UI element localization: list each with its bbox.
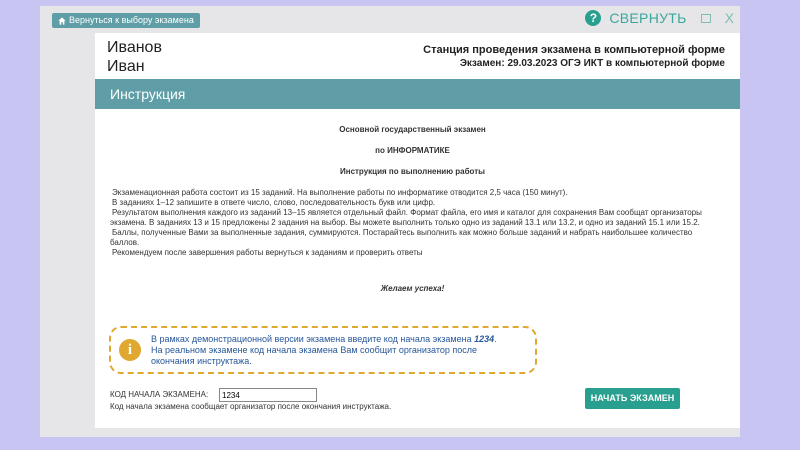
station-title: Станция проведения экзамена в компьютерн… [423,44,725,56]
back-button-label: Вернуться к выбору экзамена [69,15,194,25]
student-surname: Иванов [107,39,162,56]
instruction-paragraph: В заданиях 1–12 запишите в ответе число,… [112,198,436,207]
instruction-paragraph: Экзаменационная работа состоит из 15 зад… [112,188,568,197]
instruction-paragraph: Рекомендуем после завершения работы верн… [112,248,423,257]
close-icon[interactable]: X [725,10,734,26]
exam-code-hint: Код начала экзамена сообщает организатор… [110,402,392,411]
notice-demo-code: 1234 [474,333,495,344]
instruction-paragraph: Результатом выполнения каждого из задани… [110,208,702,227]
notice-line-2: На реальном экзамене код начала экзамена… [151,344,478,355]
notice-line-1-text: В рамках демонстрационной версии экзамен… [151,333,475,344]
demo-code-notice: i В рамках демонстрационной версии экзам… [109,326,537,374]
notice-line-3: окончания инструктажа. [151,355,252,366]
instruction-heading-1: Основной государственный экзамен [339,125,486,134]
good-luck-text: Желаем успеха! [380,284,445,293]
instruction-heading-2: по ИНФОРМАТИКЕ [375,146,450,155]
notice-text: В рамках демонстрационной версии экзамен… [151,334,497,367]
student-first-name: Иван [107,58,145,75]
station-info: Станция проведения экзамена в компьютерн… [423,43,725,71]
start-exam-button[interactable]: НАЧАТЬ ЭКЗАМЕН [585,388,680,409]
exam-line: Экзамен: 29.03.2023 ОГЭ ИКТ в компьютерн… [459,58,725,69]
info-icon: i [119,339,141,361]
instruction-paragraph: Баллы, полученные Вами за выполненные за… [110,228,693,247]
help-icon[interactable]: ? [585,10,602,26]
maximize-icon[interactable] [700,13,711,23]
collapse-button[interactable]: СВЕРНУТЬ [609,10,686,26]
instruction-document: Основной государственный экзамен по ИНФО… [110,125,715,294]
instruction-heading-3: Инструкция по выполнению работы [339,167,485,176]
back-to-exam-selection-button[interactable]: Вернуться к выбору экзамена [52,13,200,28]
notice-line-1-suffix: . [494,333,497,344]
section-title-bar: Инструкция [95,79,740,109]
student-name: Иванов Иван [107,38,162,76]
exam-panel: Иванов Иван Станция проведения экзамена … [95,33,740,428]
exam-code-input[interactable] [219,388,317,402]
exam-window: Вернуться к выбору экзамена ? СВЕРНУТЬ X… [40,6,740,437]
exam-code-label: КОД НАЧАЛА ЭКЗАМЕНА: [110,390,209,399]
home-icon [58,16,66,25]
window-controls: ? СВЕРНУТЬ X [585,10,734,26]
notice-line-1: В рамках демонстрационной версии экзамен… [151,334,497,345]
